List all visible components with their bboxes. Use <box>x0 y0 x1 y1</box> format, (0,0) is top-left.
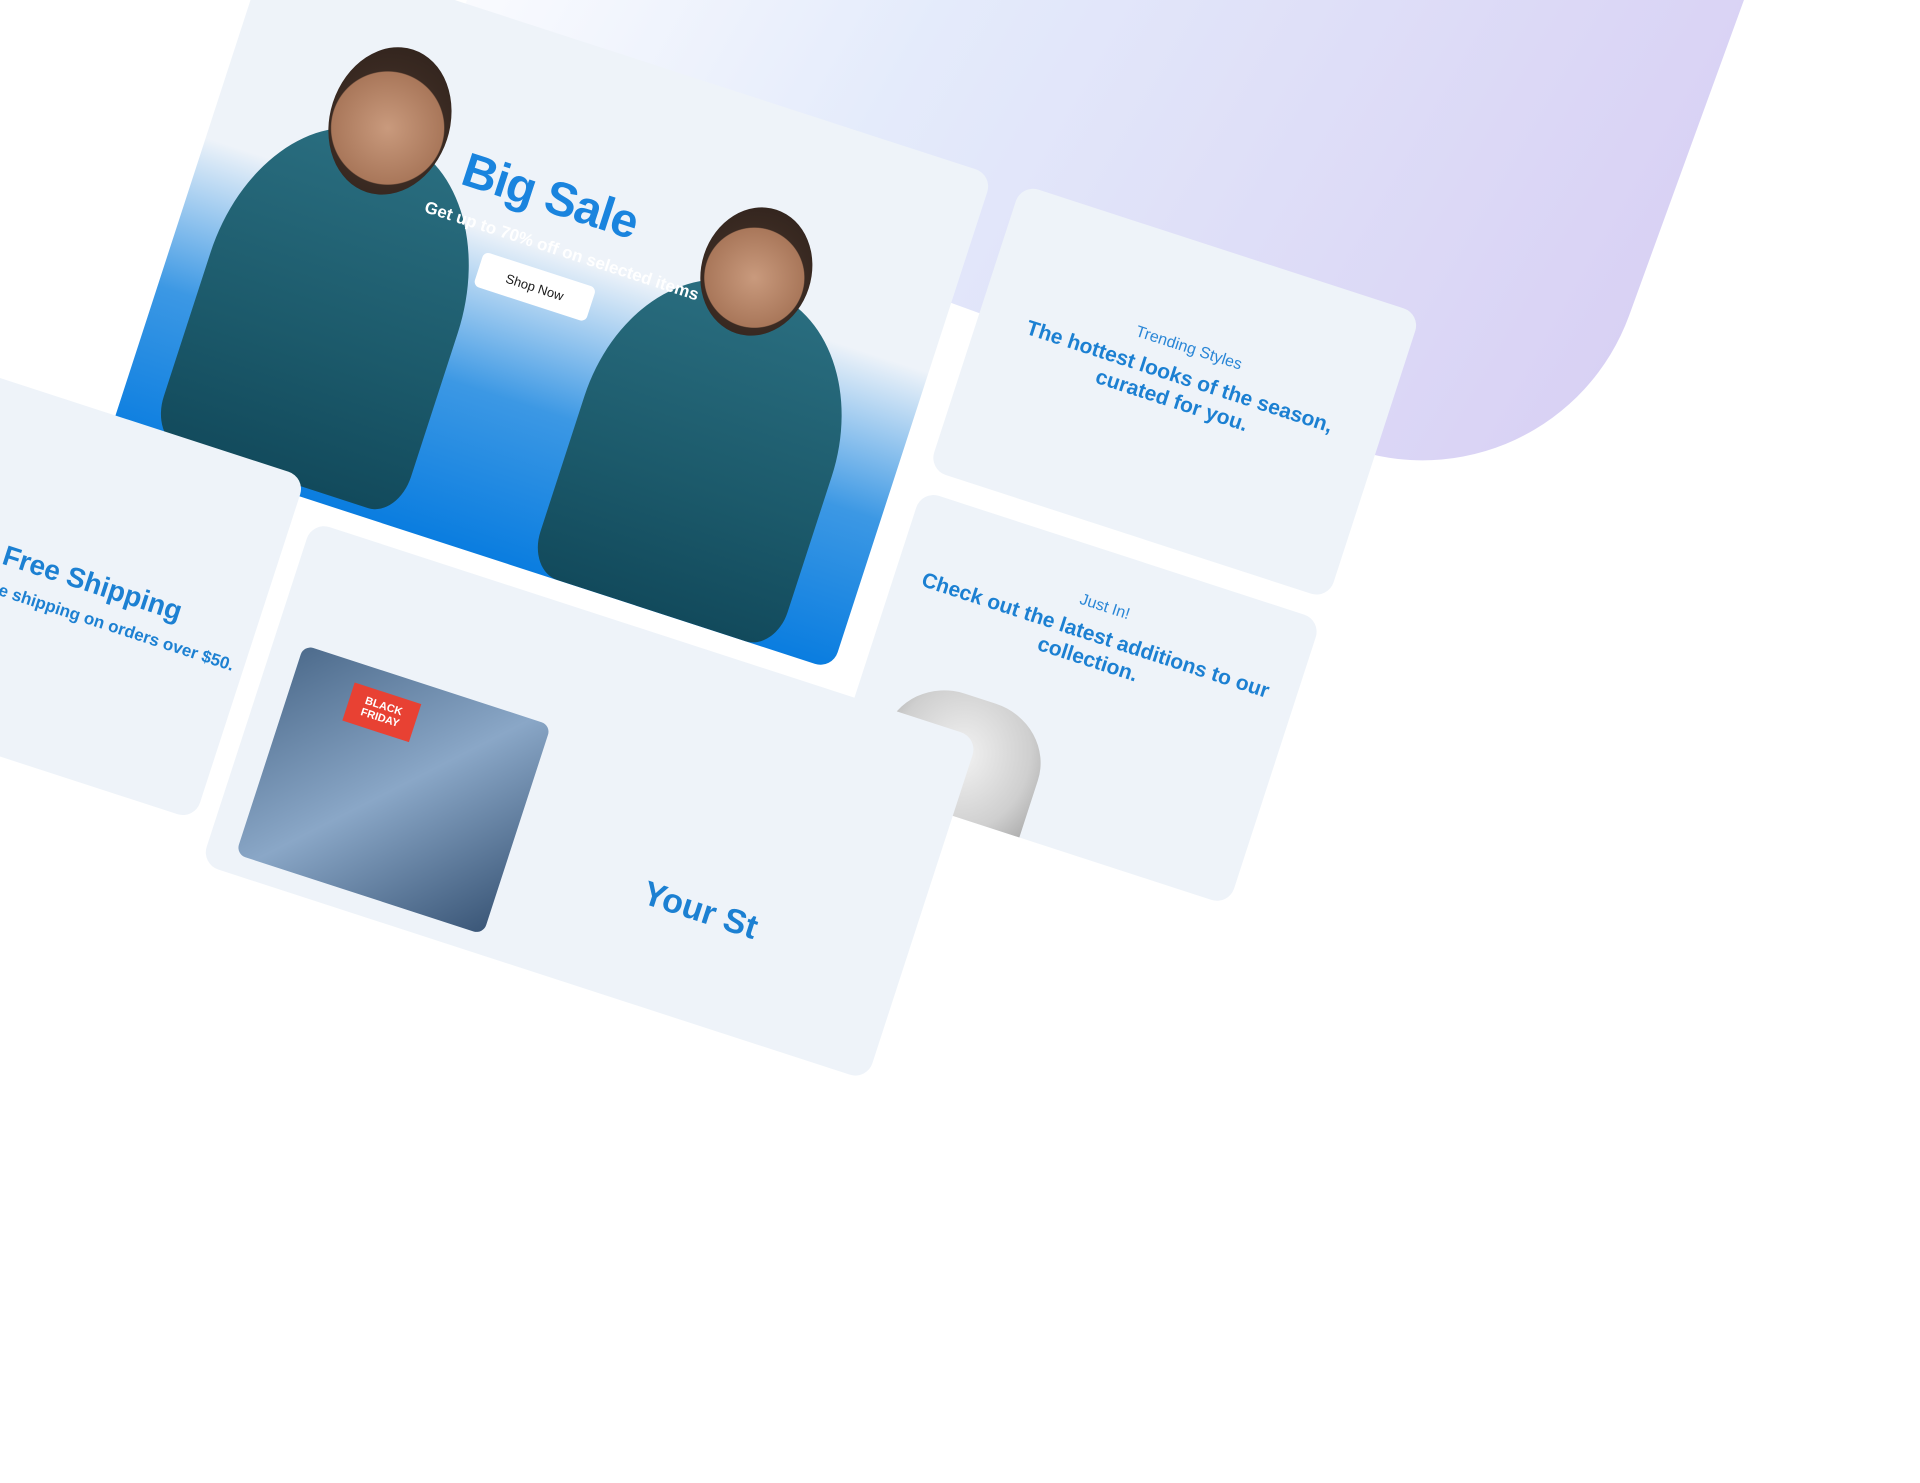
promo-card[interactable]: BLACK FRIDAY Your St <box>201 521 979 1081</box>
black-friday-flatlay-image <box>235 644 552 935</box>
promo-headline: Your St <box>638 874 763 947</box>
